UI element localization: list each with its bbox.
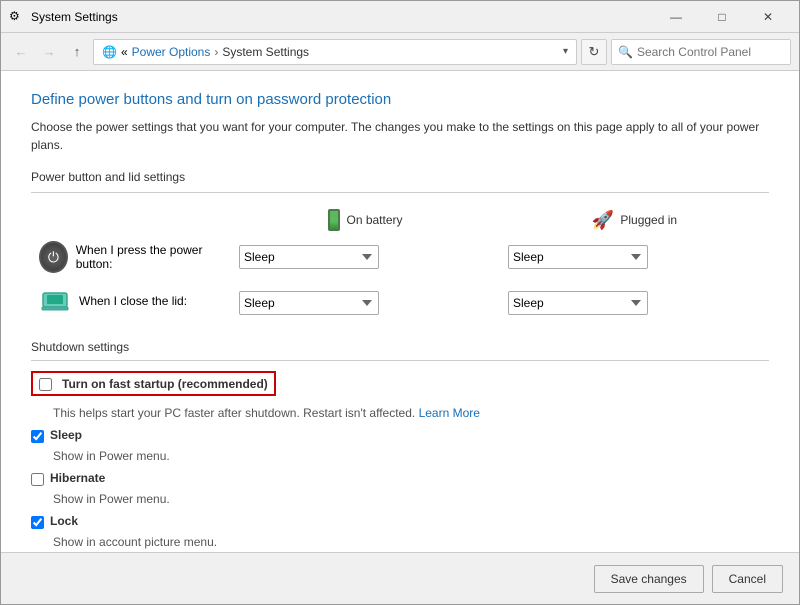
sleep-item: Sleep bbox=[31, 428, 769, 443]
fast-startup-item: Turn on fast startup (recommended) bbox=[31, 371, 769, 400]
lock-description: Show in account picture menu. bbox=[53, 535, 769, 549]
forward-button[interactable]: → bbox=[37, 40, 61, 64]
window-icon: ⚙ bbox=[9, 9, 25, 25]
sleep-checkbox[interactable] bbox=[31, 430, 44, 443]
search-icon: 🔍 bbox=[618, 45, 633, 59]
search-input[interactable] bbox=[637, 45, 784, 59]
main-window: ⚙ System Settings — □ ✕ ← → ↑ 🌐 « Power … bbox=[0, 0, 800, 605]
lid-plugged-select[interactable]: Sleep Do nothing Hibernate Shut down Tur… bbox=[508, 291, 648, 315]
lid-svg-icon bbox=[39, 285, 71, 317]
lock-checkbox[interactable] bbox=[31, 516, 44, 529]
hibernate-checkbox[interactable] bbox=[31, 473, 44, 486]
lid-row: When I close the lid: Sleep Do nothing H… bbox=[31, 279, 769, 326]
power-plugged-select[interactable]: Sleep Do nothing Hibernate Shut down Tur… bbox=[508, 245, 648, 269]
lid-icon bbox=[39, 285, 71, 317]
power-settings-table: On battery 🚀 Plugged in ⏻ When I press t… bbox=[31, 205, 769, 326]
footer: Save changes Cancel bbox=[1, 552, 799, 604]
titlebar: ⚙ System Settings — □ ✕ bbox=[1, 1, 799, 33]
fast-startup-description: This helps start your PC faster after sh… bbox=[53, 406, 769, 420]
power-button-label: When I press the power button: bbox=[76, 243, 223, 271]
learn-more-link[interactable]: Learn More bbox=[419, 406, 480, 420]
breadcrumb-current: System Settings bbox=[222, 45, 309, 59]
battery-icon bbox=[328, 209, 340, 231]
window-title: System Settings bbox=[31, 10, 653, 24]
table-header-row: On battery 🚀 Plugged in bbox=[31, 205, 769, 235]
col-plugged-in: 🚀 Plugged in bbox=[500, 205, 769, 235]
lock-label[interactable]: Lock bbox=[50, 514, 78, 528]
up-button[interactable]: ↑ bbox=[65, 40, 89, 64]
refresh-button[interactable]: ↻ bbox=[581, 39, 607, 65]
shutdown-section-label: Shutdown settings bbox=[31, 340, 769, 354]
breadcrumb-globe-icon: 🌐 bbox=[102, 45, 117, 59]
sleep-label[interactable]: Sleep bbox=[50, 428, 82, 442]
hibernate-description: Show in Power menu. bbox=[53, 492, 769, 506]
breadcrumb-prefix: « bbox=[121, 45, 128, 59]
plug-icon: 🚀 bbox=[592, 210, 614, 231]
fast-startup-checkbox[interactable] bbox=[39, 378, 52, 391]
save-changes-button[interactable]: Save changes bbox=[594, 565, 704, 593]
section-divider bbox=[31, 192, 769, 193]
fast-startup-label[interactable]: Turn on fast startup (recommended) bbox=[62, 377, 268, 391]
back-button[interactable]: ← bbox=[9, 40, 33, 64]
minimize-button[interactable]: — bbox=[653, 1, 699, 33]
shutdown-section: Shutdown settings Turn on fast startup (… bbox=[31, 340, 769, 549]
fast-startup-highlight-box: Turn on fast startup (recommended) bbox=[31, 371, 276, 396]
breadcrumb-bar: 🌐 « Power Options › System Settings ▾ bbox=[93, 39, 577, 65]
close-button[interactable]: ✕ bbox=[745, 1, 791, 33]
page-title: Define power buttons and turn on passwor… bbox=[31, 91, 769, 108]
lock-item: Lock bbox=[31, 514, 769, 529]
main-content: Define power buttons and turn on passwor… bbox=[1, 71, 799, 552]
sleep-description: Show in Power menu. bbox=[53, 449, 769, 463]
power-battery-select[interactable]: Sleep Do nothing Hibernate Shut down Tur… bbox=[239, 245, 379, 269]
maximize-button[interactable]: □ bbox=[699, 1, 745, 33]
search-bar: 🔍 bbox=[611, 39, 791, 65]
titlebar-controls: — □ ✕ bbox=[653, 1, 791, 33]
lid-battery-select[interactable]: Sleep Do nothing Hibernate Shut down Tur… bbox=[239, 291, 379, 315]
shutdown-divider bbox=[31, 360, 769, 361]
power-button-icon: ⏻ bbox=[39, 241, 68, 273]
breadcrumb-power-options[interactable]: Power Options bbox=[132, 45, 211, 59]
lid-label: When I close the lid: bbox=[79, 294, 187, 308]
chevron-down-icon: ▾ bbox=[563, 46, 568, 57]
col-on-battery: On battery bbox=[231, 205, 500, 235]
hibernate-label[interactable]: Hibernate bbox=[50, 471, 105, 485]
section-power-label: Power button and lid settings bbox=[31, 170, 769, 184]
power-button-row: ⏻ When I press the power button: Sleep D… bbox=[31, 235, 769, 279]
hibernate-item: Hibernate bbox=[31, 471, 769, 486]
page-description: Choose the power settings that you want … bbox=[31, 118, 769, 154]
addressbar: ← → ↑ 🌐 « Power Options › System Setting… bbox=[1, 33, 799, 71]
breadcrumb-separator: › bbox=[214, 45, 218, 59]
cancel-button[interactable]: Cancel bbox=[712, 565, 783, 593]
